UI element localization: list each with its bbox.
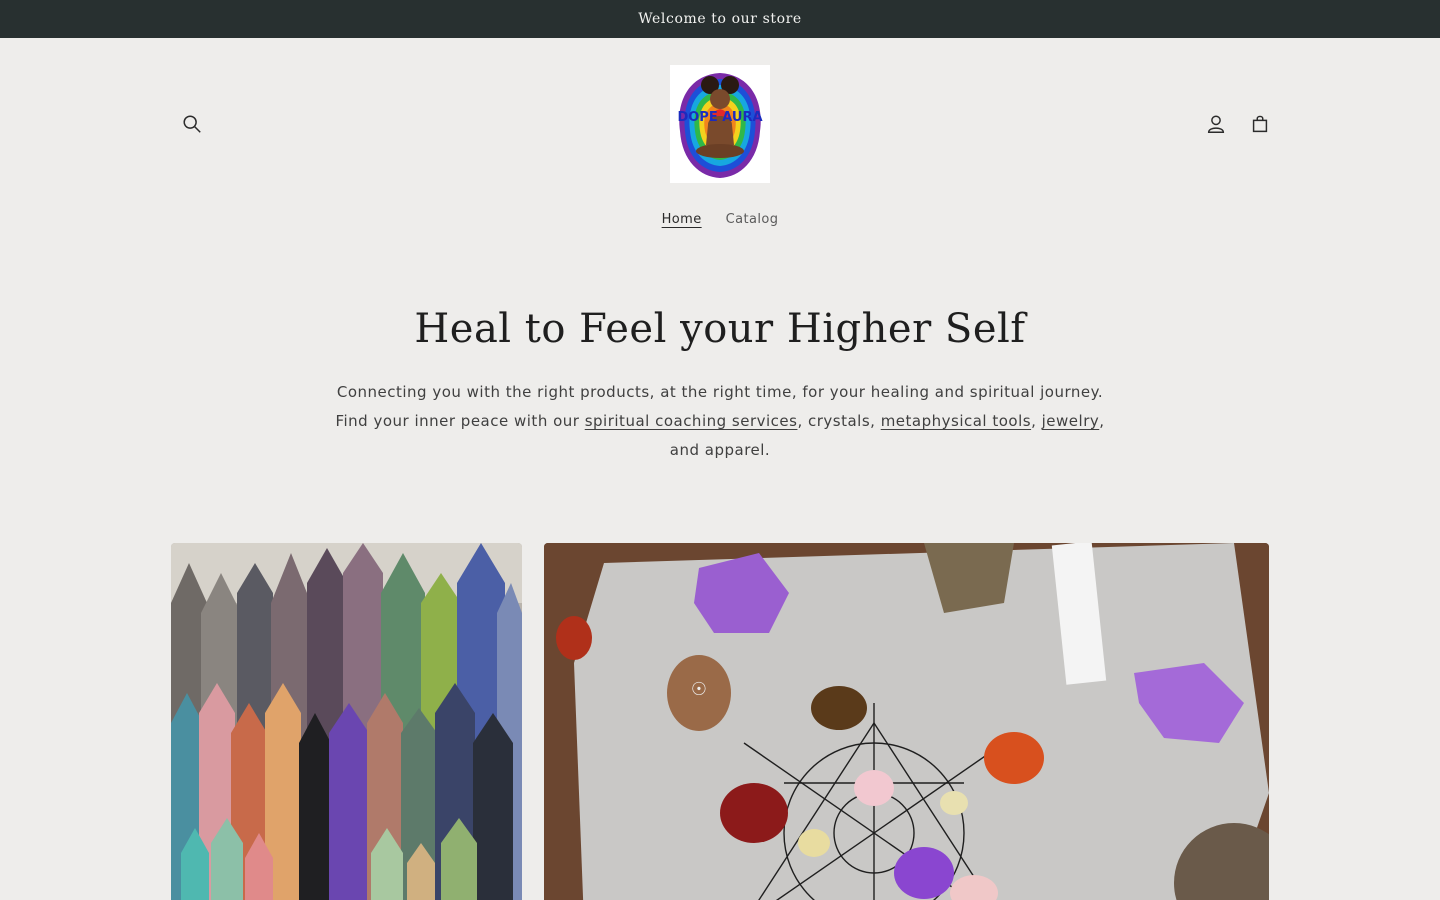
- cart-icon: [1252, 115, 1268, 133]
- logo-lettering: DOPE AURA: [677, 110, 762, 125]
- main-navigation: Home Catalog: [0, 208, 1440, 231]
- hero-description: Connecting you with the right products, …: [330, 378, 1110, 465]
- announcement-text: Welcome to our store: [638, 11, 802, 27]
- account-button[interactable]: [1196, 104, 1236, 144]
- crystal-towers-image[interactable]: [171, 543, 522, 900]
- nav-item-catalog[interactable]: Catalog: [726, 208, 779, 231]
- logo-image: DOPE AURA: [670, 65, 770, 183]
- account-icon: [1207, 115, 1225, 133]
- svg-text:☉: ☉: [691, 679, 707, 700]
- announcement-bar: Welcome to our store: [0, 0, 1440, 38]
- search-button[interactable]: [172, 104, 212, 144]
- hero-text-part3: ,: [1031, 412, 1042, 430]
- metaphysical-tools-link[interactable]: metaphysical tools: [881, 412, 1031, 430]
- spiritual-coaching-link[interactable]: spiritual coaching services: [585, 412, 798, 430]
- hero-title: Heal to Feel your Higher Self: [414, 306, 1026, 352]
- crystal-grid-illustration: ☉: [544, 543, 1269, 900]
- cart-button[interactable]: [1240, 104, 1280, 144]
- crystal-towers-illustration: [171, 543, 522, 900]
- nav-item-home[interactable]: Home: [662, 208, 702, 231]
- crystal-grid-image[interactable]: ☉: [544, 543, 1269, 900]
- hero-text-part2: , crystals,: [797, 412, 881, 430]
- jewelry-link[interactable]: jewelry: [1042, 412, 1100, 430]
- search-icon: [183, 115, 201, 133]
- store-logo[interactable]: DOPE AURA: [670, 65, 770, 183]
